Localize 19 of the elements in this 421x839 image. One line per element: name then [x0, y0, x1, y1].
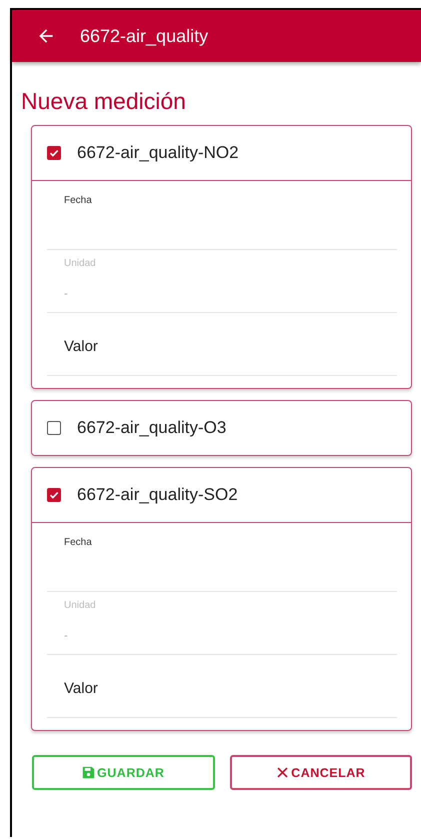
- check-icon: [48, 147, 60, 159]
- check-icon: [48, 489, 60, 501]
- field-label: Unidad: [64, 258, 97, 269]
- input-field[interactable]: Valor: [47, 338, 397, 376]
- checkbox[interactable]: [47, 488, 61, 502]
- page-heading: Nueva medición: [21, 88, 187, 115]
- cancel-button[interactable]: CANCELAR: [230, 755, 412, 790]
- field-label: Fecha: [64, 537, 93, 548]
- close-icon: [276, 766, 290, 779]
- checkbox[interactable]: [47, 421, 61, 435]
- measurement-name: 6672-air_quality-NO2: [77, 143, 239, 163]
- input-field[interactable]: Valor: [47, 680, 397, 718]
- app-title: 6672-air_quality: [80, 26, 208, 46]
- measurement-name: 6672-air_quality-O3: [77, 418, 226, 438]
- field-label: Unidad: [64, 600, 97, 611]
- save-button[interactable]: GUARDAR: [32, 755, 214, 790]
- measurement-name: 6672-air_quality-SO2: [77, 485, 238, 505]
- checkbox[interactable]: [47, 146, 61, 160]
- field-label: Fecha: [64, 195, 93, 206]
